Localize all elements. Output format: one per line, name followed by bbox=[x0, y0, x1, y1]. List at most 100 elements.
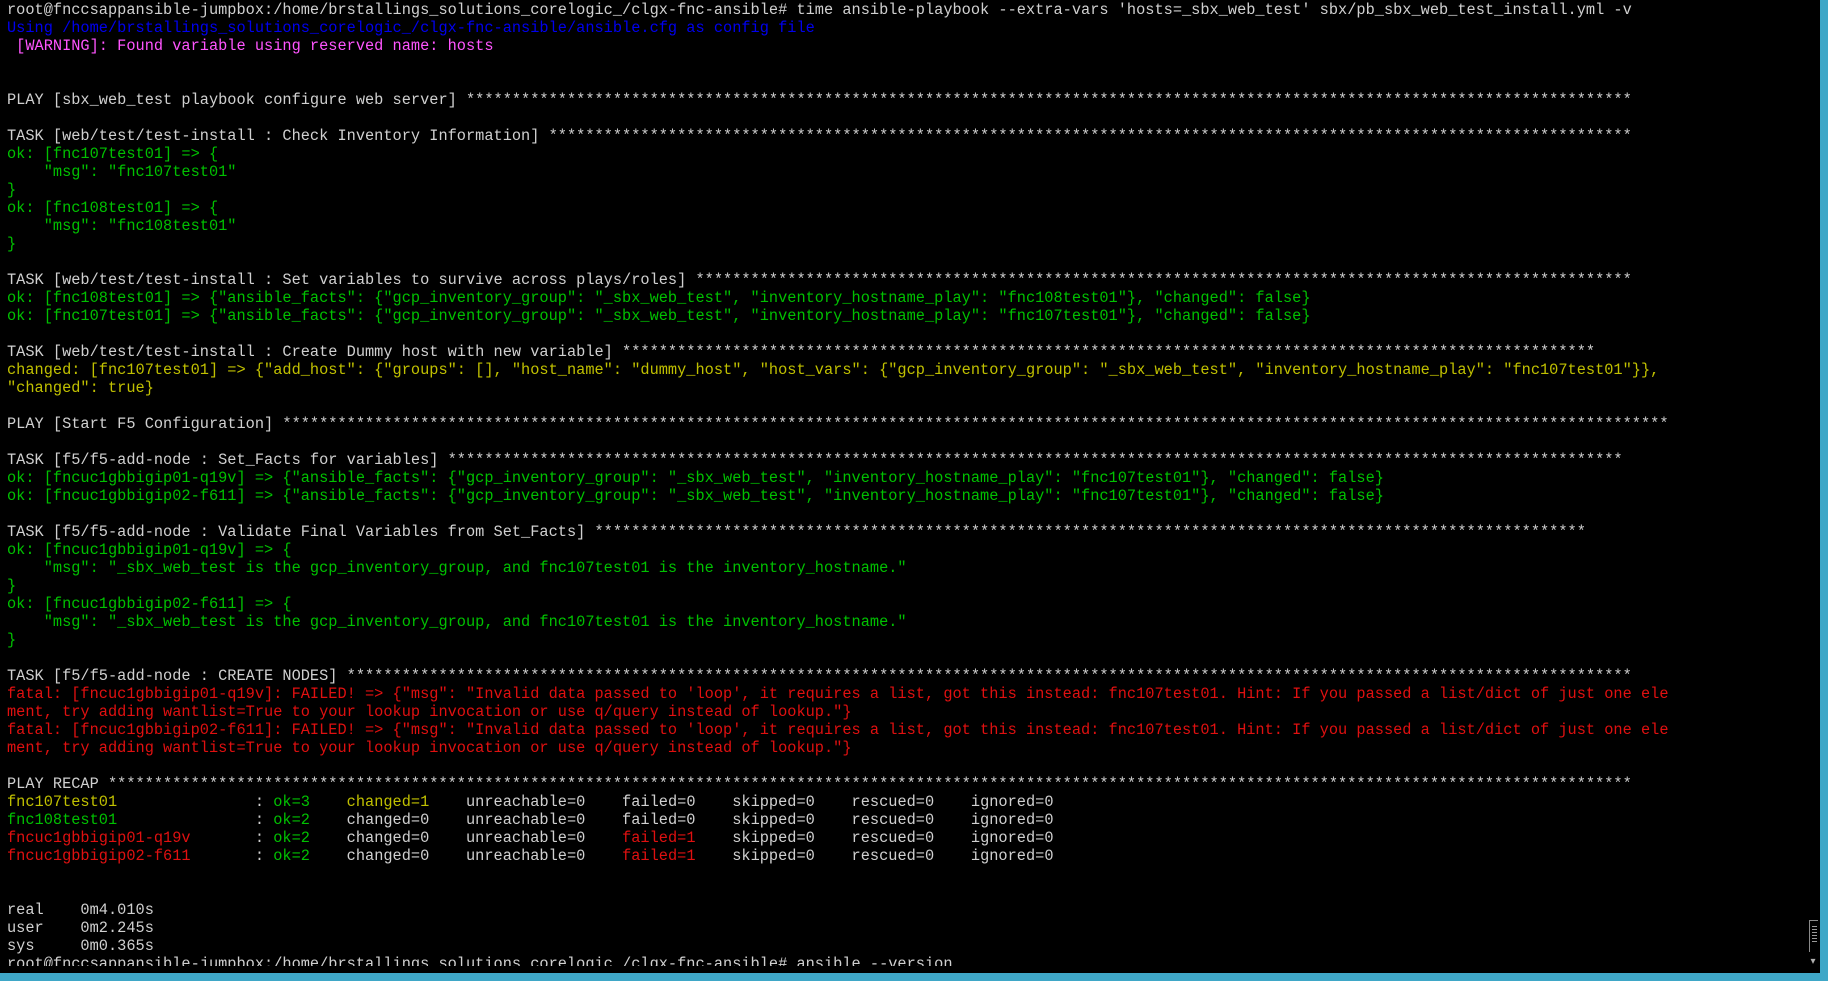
terminal-line: ment, try adding wantlist=True to your l… bbox=[7, 739, 1807, 757]
terminal-text: TASK [web/test/test-install : Create Dum… bbox=[7, 343, 1596, 361]
terminal-text: TASK [f5/f5-add-node : Validate Final Va… bbox=[7, 523, 1586, 541]
terminal-text: TASK [f5/f5-add-node : CREATE NODES] ***… bbox=[7, 667, 1632, 685]
terminal-line: } bbox=[7, 235, 1807, 253]
terminal-line: PLAY RECAP *****************************… bbox=[7, 775, 1807, 793]
terminal-text: PLAY [sbx_web_test playbook configure we… bbox=[7, 91, 1632, 109]
terminal-line: [WARNING]: Found variable using reserved… bbox=[7, 37, 1807, 55]
terminal-line: } bbox=[7, 181, 1807, 199]
vertical-scrollbar[interactable]: ▾ bbox=[1807, 0, 1820, 973]
terminal-line: ok: [fncuc1gbbigip02-f611] => {"ansible_… bbox=[7, 487, 1807, 505]
terminal-line: PLAY [sbx_web_test playbook configure we… bbox=[7, 91, 1807, 109]
terminal-text: : bbox=[245, 793, 274, 811]
terminal-text: ok=3 bbox=[273, 793, 338, 811]
terminal-text: } bbox=[7, 577, 17, 595]
terminal-text: : bbox=[245, 829, 274, 847]
terminal-line: ok: [fnc107test01] => {"ansible_facts": … bbox=[7, 307, 1807, 325]
terminal-text: : bbox=[245, 811, 274, 829]
terminal-line: root@fnccsappansible-jumpbox:/home/brsta… bbox=[7, 1, 1807, 19]
terminal-text: changed=0 unreachable=0 bbox=[337, 829, 623, 847]
terminal-text: fnc108test01 bbox=[7, 811, 246, 829]
terminal-text: "msg": "fnc107test01" bbox=[7, 163, 237, 181]
terminal-text: unreachable=0 failed=0 skipped=0 rescued… bbox=[456, 793, 1054, 811]
terminal-text: failed=1 bbox=[622, 829, 696, 847]
terminal-line: ok: [fnc108test01] => { bbox=[7, 199, 1807, 217]
terminal-line: user 0m2.245s bbox=[7, 919, 1807, 937]
terminal-output[interactable]: root@fnccsappansible-jumpbox:/home/brsta… bbox=[7, 1, 1807, 966]
terminal-text: fnc107test01 bbox=[7, 793, 246, 811]
terminal-line: PLAY [Start F5 Configuration] **********… bbox=[7, 415, 1807, 433]
terminal-text: ok: [fnc108test01] => {"ansible_facts": … bbox=[7, 289, 1311, 307]
terminal-text: [WARNING]: Found variable using reserved… bbox=[7, 37, 494, 55]
terminal-text: changed=1 bbox=[337, 793, 457, 811]
terminal-text: fatal: [fncuc1gbbigip02-f611]: FAILED! =… bbox=[7, 721, 1669, 739]
terminal-text: fatal: [fncuc1gbbigip01-q19v]: FAILED! =… bbox=[7, 685, 1669, 703]
terminal-text: : bbox=[245, 847, 274, 865]
terminal-line: ment, try adding wantlist=True to your l… bbox=[7, 703, 1807, 721]
terminal-text: ok: [fnc108test01] => { bbox=[7, 199, 219, 217]
terminal-text: } bbox=[7, 235, 17, 253]
terminal-line: fatal: [fncuc1gbbigip02-f611]: FAILED! =… bbox=[7, 721, 1807, 739]
terminal-line: TASK [f5/f5-add-node : Set_Facts for var… bbox=[7, 451, 1807, 469]
terminal-text: ok: [fncuc1gbbigip02-f611] => { bbox=[7, 595, 292, 613]
terminal-text: ok=2 bbox=[273, 847, 338, 865]
terminal-line: } bbox=[7, 631, 1807, 649]
terminal-line: "msg": "_sbx_web_test is the gcp_invento… bbox=[7, 559, 1807, 577]
terminal-text: skipped=0 rescued=0 ignored=0 bbox=[695, 829, 1054, 847]
terminal-line: changed: [fnc107test01] => {"add_host": … bbox=[7, 361, 1807, 379]
terminal-text: real 0m4.010s bbox=[7, 901, 154, 919]
terminal-line: } bbox=[7, 577, 1807, 595]
terminal-line: Using /home/brstallings_solutions_corelo… bbox=[7, 19, 1807, 37]
terminal-text: skipped=0 rescued=0 ignored=0 bbox=[695, 847, 1054, 865]
terminal-text: ok: [fnc107test01] => {"ansible_facts": … bbox=[7, 307, 1311, 325]
terminal-line: ok: [fnc107test01] => { bbox=[7, 145, 1807, 163]
terminal-text: root@fnccsappansible-jumpbox:/home/brsta… bbox=[7, 955, 953, 966]
terminal-text: user 0m2.245s bbox=[7, 919, 154, 937]
terminal-line: fnc108test01 : ok=2 changed=0 unreachabl… bbox=[7, 811, 1807, 829]
terminal-text: ok: [fncuc1gbbigip02-f611] => {"ansible_… bbox=[7, 487, 1384, 505]
terminal-text: ok: [fncuc1gbbigip01-q19v] => { bbox=[7, 541, 292, 559]
terminal-text: failed=1 bbox=[622, 847, 696, 865]
terminal-line: TASK [web/test/test-install : Create Dum… bbox=[7, 343, 1807, 361]
scroll-down-icon[interactable]: ▾ bbox=[1808, 956, 1818, 968]
scrollbar-grip[interactable] bbox=[1809, 920, 1818, 952]
terminal-text: PLAY [Start F5 Configuration] **********… bbox=[7, 415, 1669, 433]
terminal-line: "msg": "fnc108test01" bbox=[7, 217, 1807, 235]
terminal-text: "msg": "fnc108test01" bbox=[7, 217, 237, 235]
terminal-text: } bbox=[7, 181, 17, 199]
terminal-text: root@fnccsappansible-jumpbox:/home/brsta… bbox=[7, 1, 1632, 19]
terminal-line: real 0m4.010s bbox=[7, 901, 1807, 919]
terminal-text: fncuc1gbbigip01-q19v bbox=[7, 829, 246, 847]
terminal-line: sys 0m0.365s bbox=[7, 937, 1807, 955]
terminal-text: ok: [fncuc1gbbigip01-q19v] => {"ansible_… bbox=[7, 469, 1384, 487]
terminal-line: ok: [fncuc1gbbigip01-q19v] => { bbox=[7, 541, 1807, 559]
terminal-line: TASK [web/test/test-install : Set variab… bbox=[7, 271, 1807, 289]
terminal-text: PLAY RECAP *****************************… bbox=[7, 775, 1632, 793]
terminal-text: "msg": "_sbx_web_test is the gcp_invento… bbox=[7, 559, 907, 577]
terminal-line: fnc107test01 : ok=3 changed=1 unreachabl… bbox=[7, 793, 1807, 811]
terminal-text: ok=2 bbox=[273, 829, 338, 847]
terminal-text: "msg": "_sbx_web_test is the gcp_invento… bbox=[7, 613, 907, 631]
terminal-line: TASK [f5/f5-add-node : CREATE NODES] ***… bbox=[7, 667, 1807, 685]
terminal-text: TASK [web/test/test-install : Set variab… bbox=[7, 271, 1632, 289]
terminal-text: sys 0m0.365s bbox=[7, 937, 154, 955]
terminal-text: TASK [f5/f5-add-node : Set_Facts for var… bbox=[7, 451, 1623, 469]
terminal-line: fncuc1gbbigip02-f611 : ok=2 changed=0 un… bbox=[7, 847, 1807, 865]
terminal-line: TASK [web/test/test-install : Check Inve… bbox=[7, 127, 1807, 145]
terminal-text: ment, try adding wantlist=True to your l… bbox=[7, 739, 852, 757]
terminal-line: ok: [fncuc1gbbigip02-f611] => { bbox=[7, 595, 1807, 613]
terminal-line: fatal: [fncuc1gbbigip01-q19v]: FAILED! =… bbox=[7, 685, 1807, 703]
terminal-line: ok: [fncuc1gbbigip01-q19v] => {"ansible_… bbox=[7, 469, 1807, 487]
terminal-text: TASK [web/test/test-install : Check Inve… bbox=[7, 127, 1632, 145]
terminal-line: ok: [fnc108test01] => {"ansible_facts": … bbox=[7, 289, 1807, 307]
terminal-text: fncuc1gbbigip02-f611 bbox=[7, 847, 246, 865]
